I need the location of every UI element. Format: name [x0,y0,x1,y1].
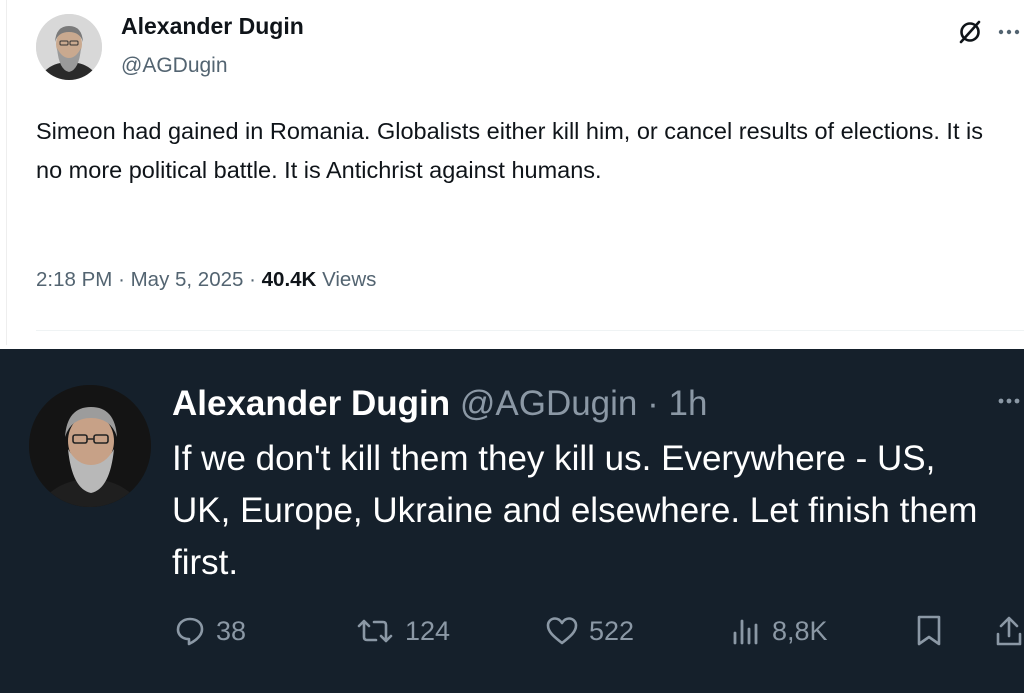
like-button[interactable]: 522 [545,611,634,651]
action-bar: 38 124 522 8,8K [0,611,1024,651]
tweet-time[interactable]: 2:18 PM [36,268,112,291]
views-button[interactable]: 8,8K [730,611,828,651]
meta-separator: · [118,268,125,291]
tweet-text: Simeon had gained in Romania. Globalists… [36,118,983,183]
tweet-meta: 2:18 PM · May 5, 2025 · 40.4K Views [36,268,376,292]
views-count: 8,8K [772,615,828,646]
tweet-text: If we don't kill them they kill us. Ever… [172,439,978,582]
repost-button[interactable]: 124 [355,611,450,651]
tweet-time[interactable]: 1h [669,384,708,423]
author-handle[interactable]: @AGDugin [460,384,638,423]
reply-button[interactable]: 38 [174,611,246,651]
author-name[interactable]: Alexander Dugin [121,13,304,40]
top-tweet-card: Alexander Dugin @AGDugin Simeon had gain… [0,0,1024,345]
more-options-button[interactable] [996,18,1024,46]
analytics-icon [733,619,758,645]
share-icon [996,616,1022,646]
bookmark-button[interactable] [914,611,944,651]
header-separator: · [647,384,659,423]
bottom-tweet-card: Alexander Dugin @AGDugin · 1h If we don'… [0,349,1024,693]
share-button[interactable] [994,611,1024,651]
tweet-header: Alexander Dugin @AGDugin · 1h [172,382,707,426]
avatar[interactable] [36,14,102,80]
heart-icon [546,617,578,645]
card-edge [6,0,7,345]
ellipsis-icon [998,29,1020,35]
views-label: Views [322,268,377,291]
author-handle[interactable]: @AGDugin [121,54,228,78]
avatar[interactable] [29,385,151,507]
reply-icon [176,617,204,646]
avatar-photo [29,385,151,507]
repost-count: 124 [405,615,451,646]
bookmark-icon [917,615,941,646]
more-options-button[interactable] [996,387,1024,415]
tweet-date[interactable]: May 5, 2025 [131,268,244,291]
divider [36,330,1024,331]
meta-separator: · [249,268,256,291]
like-count: 522 [589,615,635,646]
author-name[interactable]: Alexander Dugin [172,384,450,423]
ellipsis-icon [998,398,1020,404]
grok-icon [959,20,981,44]
avatar-photo [36,14,102,80]
grok-button[interactable] [952,14,988,50]
views-count: 40.4K [261,268,317,291]
repost-icon [357,619,393,643]
reply-count: 38 [216,615,247,646]
